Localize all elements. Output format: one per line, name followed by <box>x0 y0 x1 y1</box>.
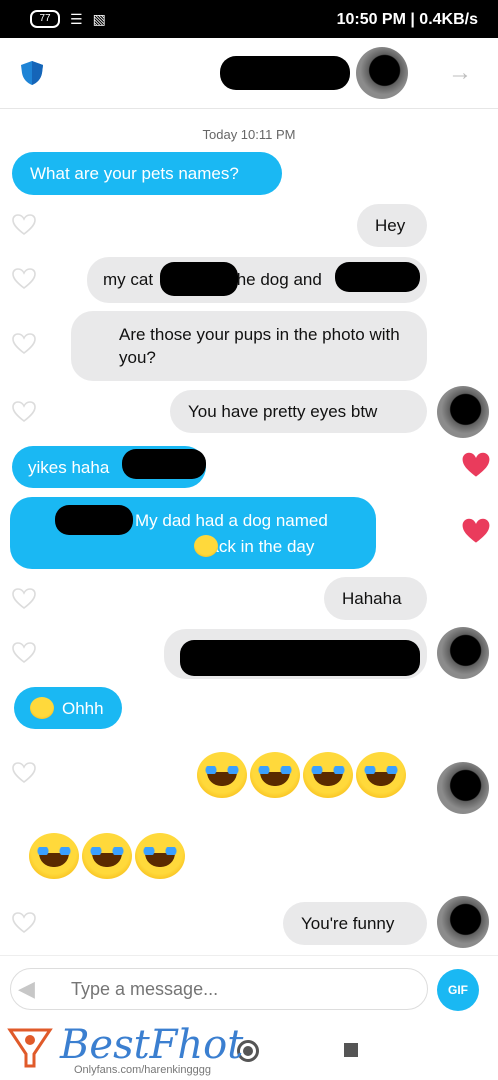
message-bubble: You're funny <box>283 902 427 945</box>
gif-button[interactable]: GIF <box>437 969 479 1011</box>
chat-timestamp: Today 10:11 PM <box>202 127 296 142</box>
recents-nav-icon[interactable] <box>344 1043 358 1057</box>
message-text: yikes haha <box>28 458 110 477</box>
heart-outline-icon[interactable] <box>12 401 36 423</box>
laughing-emoji-icon <box>303 752 353 798</box>
laughing-emoji-icon <box>250 752 300 798</box>
heart-outline-icon[interactable] <box>12 214 36 236</box>
avatar[interactable] <box>437 627 489 679</box>
message-bubble: Hey <box>357 204 427 247</box>
status-bar: 77 ☰ ▧ 10:50 PM | 0.4KB/s <box>0 0 498 38</box>
redaction-mark <box>160 262 238 296</box>
heart-outline-icon[interactable] <box>12 333 36 355</box>
heart-outline-icon[interactable] <box>12 268 36 290</box>
watermark: BestFhot Onlyfans.com/harenkingggg <box>4 1020 243 1078</box>
message-composer: ◀ GIF <box>0 955 498 1024</box>
message-text: My dad had a dog named <box>135 511 328 530</box>
wifi-icon: ☰ <box>70 10 83 27</box>
heart-filled-icon[interactable] <box>462 452 490 478</box>
message-bubble: Hahaha <box>324 577 427 620</box>
message-bubble: Ohhh <box>14 687 122 729</box>
battery-icon: 77 <box>30 10 60 28</box>
shield-icon[interactable] <box>20 60 44 86</box>
laughing-emoji-icon <box>30 697 54 719</box>
message-text: the dog and <box>232 270 322 289</box>
redaction-mark <box>55 505 133 535</box>
message-text: my cat <box>103 270 154 289</box>
laughing-emoji-icon <box>82 833 132 879</box>
watermark-url: Onlyfans.com/harenkingggg <box>74 1064 211 1076</box>
message-bubble: Are those your pups in the photo with yo… <box>71 311 427 381</box>
heart-outline-icon[interactable] <box>12 912 36 934</box>
heart-outline-icon[interactable] <box>12 642 36 664</box>
redaction-mark <box>335 262 420 292</box>
message-input[interactable] <box>10 968 428 1010</box>
laughing-emoji-icon <box>356 752 406 798</box>
redacted-name <box>220 56 350 90</box>
avatar[interactable] <box>356 47 408 99</box>
laughing-emoji-icon <box>29 833 79 879</box>
redaction-mark <box>180 640 420 676</box>
redaction-mark <box>122 449 206 479</box>
status-icons: 77 ☰ ▧ <box>30 10 106 28</box>
laughing-emoji-icon <box>135 833 185 879</box>
heart-outline-icon[interactable] <box>12 588 36 610</box>
signal-icon: ▧ <box>92 10 106 27</box>
laughing-emoji-icon <box>194 535 218 557</box>
message-bubble: What are your pets names? <box>12 152 282 195</box>
avatar[interactable] <box>437 762 489 814</box>
watermark-brand: BestFhot <box>60 1022 244 1068</box>
message-bubble: You have pretty eyes btw <box>170 390 427 433</box>
chat-header: → <box>0 38 498 109</box>
arrow-icon[interactable]: → <box>448 60 474 86</box>
avatar[interactable] <box>437 896 489 948</box>
heart-outline-icon[interactable] <box>12 762 36 784</box>
send-icon[interactable]: ◀ <box>18 976 46 1001</box>
message-text: Ohhh <box>62 699 104 718</box>
laughing-emoji-icon <box>197 752 247 798</box>
watermark-logo-icon <box>7 1028 53 1068</box>
status-time-speed: 10:50 PM | 0.4KB/s <box>336 11 478 28</box>
avatar[interactable] <box>437 386 489 438</box>
heart-filled-icon[interactable] <box>462 518 490 544</box>
